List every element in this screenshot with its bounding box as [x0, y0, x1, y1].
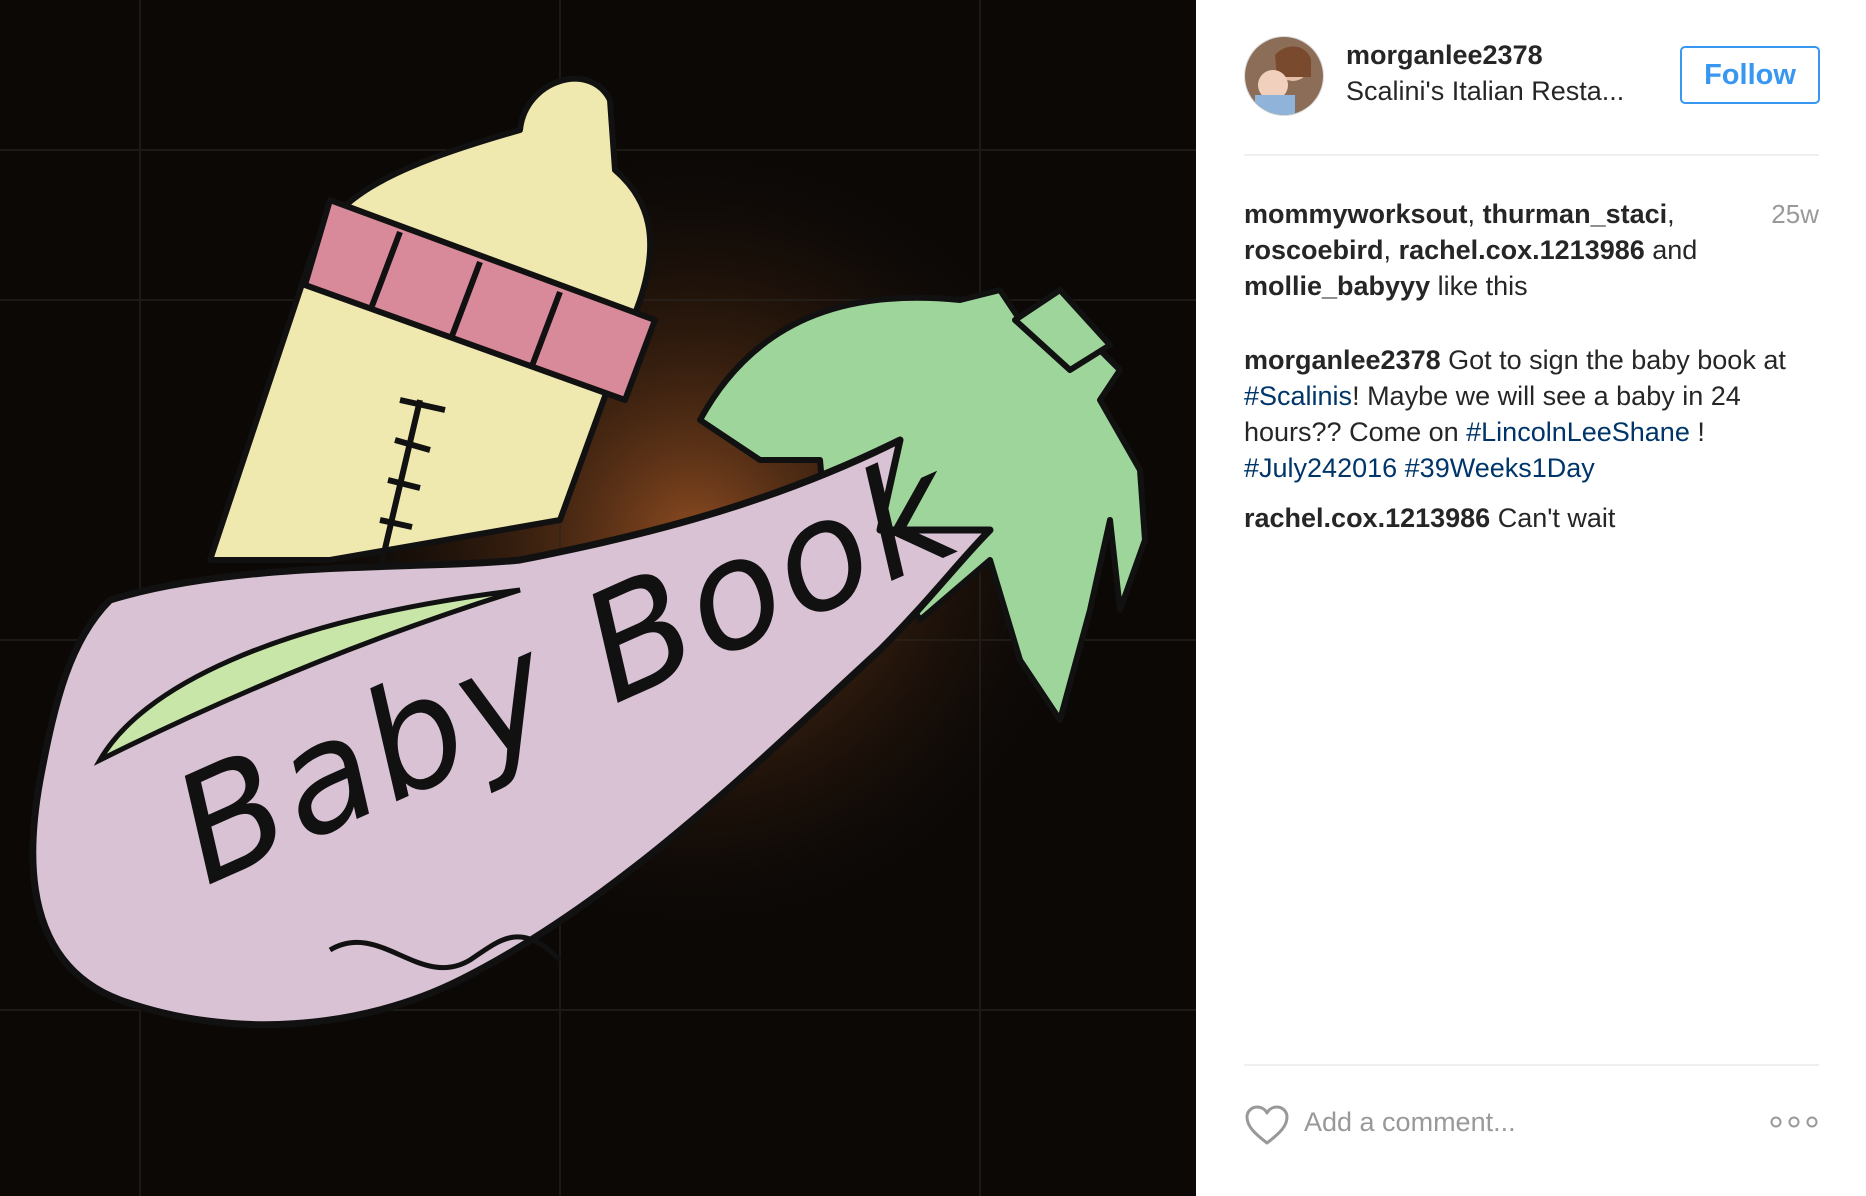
post-caption: morganlee2378 Got to sign the baby book … — [1244, 342, 1819, 486]
add-comment-input[interactable] — [1304, 1104, 1744, 1140]
separator: , — [1467, 199, 1483, 229]
comment-author-link[interactable]: rachel.cox.1213986 — [1244, 503, 1490, 533]
like-this-text: like this — [1430, 271, 1528, 301]
post-username[interactable]: morganlee2378 — [1346, 40, 1543, 71]
liker-link[interactable]: mommyworksout — [1244, 199, 1468, 229]
header-divider — [1244, 154, 1819, 156]
likes-summary: mommyworksout, thurman_staci, roscoebird… — [1244, 196, 1764, 304]
post-photo: Baby Book — [0, 0, 1196, 1196]
post-header: morganlee2378 Scalini's Italian Resta...… — [1244, 36, 1820, 154]
heart-icon[interactable] — [1244, 1104, 1290, 1146]
caption-author-link[interactable]: morganlee2378 — [1244, 345, 1441, 375]
liker-link[interactable]: rachel.cox.1213986 — [1399, 235, 1645, 265]
comment-bar — [1244, 1100, 1819, 1150]
comment-text: Can't wait — [1490, 503, 1616, 533]
liker-link[interactable]: thurman_staci — [1483, 199, 1668, 229]
post-location[interactable]: Scalini's Italian Resta... — [1346, 76, 1646, 107]
liker-link[interactable]: roscoebird — [1244, 235, 1384, 265]
liker-link[interactable]: mollie_babyyy — [1244, 271, 1430, 301]
footer-divider — [1244, 1064, 1819, 1066]
post-age[interactable]: 25w — [1764, 196, 1819, 232]
hashtag-link[interactable]: #39Weeks1Day — [1405, 453, 1595, 483]
avatar-image — [1245, 37, 1323, 115]
separator: , — [1383, 235, 1399, 265]
more-options-icon[interactable] — [1769, 1112, 1819, 1132]
hashtag-link[interactable]: #Scalinis — [1244, 381, 1352, 411]
hashtag-link[interactable]: #LincolnLeeShane — [1466, 417, 1690, 447]
separator: , — [1667, 199, 1675, 229]
avatar[interactable] — [1244, 36, 1324, 116]
comment-item: rachel.cox.1213986 Can't wait — [1244, 500, 1819, 536]
caption-text: Got to sign the baby book at — [1440, 345, 1786, 375]
caption-text: ! — [1689, 417, 1705, 447]
hashtag-link[interactable]: #July242016 — [1244, 453, 1397, 483]
post-sidebar: morganlee2378 Scalini's Italian Resta...… — [1196, 0, 1866, 1196]
and-text: and — [1644, 235, 1698, 265]
follow-button[interactable]: Follow — [1680, 46, 1820, 104]
